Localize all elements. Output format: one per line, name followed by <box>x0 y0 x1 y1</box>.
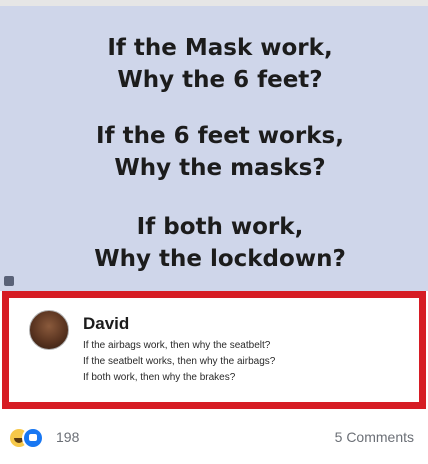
meme-line: Why the 6 feet? <box>117 67 323 93</box>
comment-author[interactable]: David <box>83 314 129 334</box>
comments-count-link[interactable]: 5 Comments <box>335 429 414 445</box>
highlighted-comment: David If the airbags work, then why the … <box>2 291 426 409</box>
question-block-2: If the 6 feet works, Why the masks? <box>30 120 410 184</box>
corner-icon <box>4 276 14 286</box>
comment-text-line: If both work, then why the brakes? <box>83 372 236 383</box>
meme-image[interactable]: If the Mask work, Why the 6 feet? If the… <box>0 0 428 291</box>
comment-text-line: If the seatbelt works, then why the airb… <box>83 356 276 367</box>
meme-line: If the 6 feet works, <box>96 123 344 149</box>
watermark <box>2 156 16 256</box>
question-block-3: If both work, Why the lockdown? <box>30 211 410 275</box>
reaction-icons[interactable] <box>10 429 48 447</box>
meme-line: If both work, <box>136 214 304 240</box>
meme-line: Why the masks? <box>114 155 326 181</box>
comment-text-line: If the airbags work, then why the seatbe… <box>83 340 271 351</box>
avatar[interactable] <box>29 310 69 350</box>
like-icon <box>24 429 42 447</box>
meme-line: If the Mask work, <box>107 35 333 61</box>
meme-line: Why the lockdown? <box>94 246 346 272</box>
reaction-count[interactable]: 198 <box>56 429 79 445</box>
question-block-1: If the Mask work, Why the 6 feet? <box>30 32 410 96</box>
reactions-bar: 198 5 Comments <box>0 409 428 464</box>
